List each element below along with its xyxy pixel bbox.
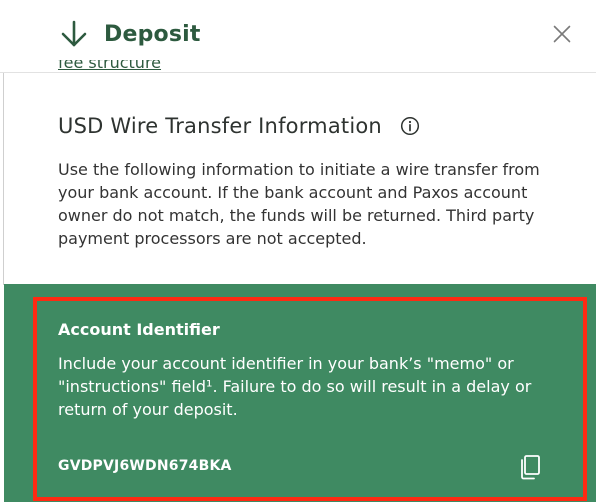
page-title: Deposit <box>104 21 201 47</box>
close-button[interactable] <box>548 20 576 48</box>
wire-section-heading: USD Wire Transfer Information <box>58 114 420 138</box>
copy-button[interactable] <box>518 454 542 480</box>
copy-icon[interactable] <box>518 454 542 480</box>
fee-structure-link[interactable]: fee structure <box>58 60 258 78</box>
wire-section-title: USD Wire Transfer Information <box>58 114 382 138</box>
fee-structure-link-text[interactable]: fee structure <box>58 60 161 72</box>
header-title-group: Deposit <box>59 18 201 50</box>
wire-section-description: Use the following information to initiat… <box>58 160 540 248</box>
info-icon[interactable] <box>382 116 420 136</box>
account-identifier-value: GVDPVJ6WDN674BKA <box>58 458 232 474</box>
arrow-down-icon <box>59 19 89 49</box>
close-icon[interactable] <box>553 25 571 43</box>
account-identifier-heading: Account Identifier <box>58 320 220 339</box>
account-identifier-description: Include your account identifier in your … <box>58 354 532 419</box>
